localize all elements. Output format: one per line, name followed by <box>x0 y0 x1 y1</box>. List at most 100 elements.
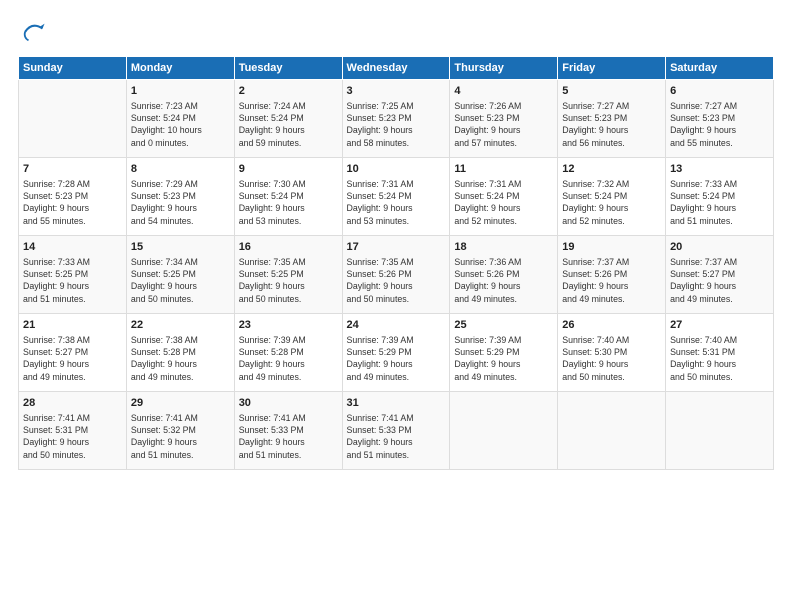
day-info: Sunrise: 7:24 AMSunset: 5:24 PMDaylight:… <box>239 100 338 149</box>
day-number: 21 <box>23 318 122 333</box>
day-number: 23 <box>239 318 338 333</box>
day-info: Sunrise: 7:35 AMSunset: 5:25 PMDaylight:… <box>239 256 338 305</box>
calendar-cell: 28Sunrise: 7:41 AMSunset: 5:31 PMDayligh… <box>19 392 127 470</box>
day-number: 19 <box>562 240 661 255</box>
day-number: 20 <box>670 240 769 255</box>
day-info: Sunrise: 7:40 AMSunset: 5:30 PMDaylight:… <box>562 334 661 383</box>
calendar-cell: 22Sunrise: 7:38 AMSunset: 5:28 PMDayligh… <box>126 314 234 392</box>
day-number: 27 <box>670 318 769 333</box>
calendar-cell: 23Sunrise: 7:39 AMSunset: 5:28 PMDayligh… <box>234 314 342 392</box>
col-header-saturday: Saturday <box>666 57 774 80</box>
day-info: Sunrise: 7:25 AMSunset: 5:23 PMDaylight:… <box>347 100 446 149</box>
day-number: 9 <box>239 162 338 177</box>
calendar-table: SundayMondayTuesdayWednesdayThursdayFrid… <box>18 56 774 470</box>
day-info: Sunrise: 7:30 AMSunset: 5:24 PMDaylight:… <box>239 178 338 227</box>
day-info: Sunrise: 7:34 AMSunset: 5:25 PMDaylight:… <box>131 256 230 305</box>
week-row-1: 1Sunrise: 7:23 AMSunset: 5:24 PMDaylight… <box>19 80 774 158</box>
calendar-cell: 25Sunrise: 7:39 AMSunset: 5:29 PMDayligh… <box>450 314 558 392</box>
day-info: Sunrise: 7:41 AMSunset: 5:31 PMDaylight:… <box>23 412 122 461</box>
calendar-cell: 27Sunrise: 7:40 AMSunset: 5:31 PMDayligh… <box>666 314 774 392</box>
day-number: 10 <box>347 162 446 177</box>
day-info: Sunrise: 7:41 AMSunset: 5:32 PMDaylight:… <box>131 412 230 461</box>
day-number: 31 <box>347 396 446 411</box>
calendar-cell <box>450 392 558 470</box>
col-header-tuesday: Tuesday <box>234 57 342 80</box>
calendar-cell: 13Sunrise: 7:33 AMSunset: 5:24 PMDayligh… <box>666 158 774 236</box>
calendar-cell <box>666 392 774 470</box>
calendar-cell: 2Sunrise: 7:24 AMSunset: 5:24 PMDaylight… <box>234 80 342 158</box>
calendar-cell: 3Sunrise: 7:25 AMSunset: 5:23 PMDaylight… <box>342 80 450 158</box>
day-info: Sunrise: 7:26 AMSunset: 5:23 PMDaylight:… <box>454 100 553 149</box>
calendar-cell: 15Sunrise: 7:34 AMSunset: 5:25 PMDayligh… <box>126 236 234 314</box>
calendar-cell: 30Sunrise: 7:41 AMSunset: 5:33 PMDayligh… <box>234 392 342 470</box>
day-number: 4 <box>454 84 553 99</box>
calendar-cell: 11Sunrise: 7:31 AMSunset: 5:24 PMDayligh… <box>450 158 558 236</box>
day-info: Sunrise: 7:32 AMSunset: 5:24 PMDaylight:… <box>562 178 661 227</box>
week-row-4: 21Sunrise: 7:38 AMSunset: 5:27 PMDayligh… <box>19 314 774 392</box>
calendar-cell: 17Sunrise: 7:35 AMSunset: 5:26 PMDayligh… <box>342 236 450 314</box>
day-number: 18 <box>454 240 553 255</box>
day-number: 26 <box>562 318 661 333</box>
day-info: Sunrise: 7:41 AMSunset: 5:33 PMDaylight:… <box>239 412 338 461</box>
day-number: 6 <box>670 84 769 99</box>
calendar-cell: 19Sunrise: 7:37 AMSunset: 5:26 PMDayligh… <box>558 236 666 314</box>
calendar-cell: 20Sunrise: 7:37 AMSunset: 5:27 PMDayligh… <box>666 236 774 314</box>
calendar-cell: 1Sunrise: 7:23 AMSunset: 5:24 PMDaylight… <box>126 80 234 158</box>
week-row-2: 7Sunrise: 7:28 AMSunset: 5:23 PMDaylight… <box>19 158 774 236</box>
calendar-cell: 4Sunrise: 7:26 AMSunset: 5:23 PMDaylight… <box>450 80 558 158</box>
day-info: Sunrise: 7:35 AMSunset: 5:26 PMDaylight:… <box>347 256 446 305</box>
calendar-cell: 31Sunrise: 7:41 AMSunset: 5:33 PMDayligh… <box>342 392 450 470</box>
day-info: Sunrise: 7:37 AMSunset: 5:26 PMDaylight:… <box>562 256 661 305</box>
day-info: Sunrise: 7:36 AMSunset: 5:26 PMDaylight:… <box>454 256 553 305</box>
col-header-wednesday: Wednesday <box>342 57 450 80</box>
day-info: Sunrise: 7:27 AMSunset: 5:23 PMDaylight:… <box>562 100 661 149</box>
calendar-cell: 14Sunrise: 7:33 AMSunset: 5:25 PMDayligh… <box>19 236 127 314</box>
day-info: Sunrise: 7:29 AMSunset: 5:23 PMDaylight:… <box>131 178 230 227</box>
logo-icon <box>18 18 46 46</box>
day-info: Sunrise: 7:23 AMSunset: 5:24 PMDaylight:… <box>131 100 230 149</box>
col-header-thursday: Thursday <box>450 57 558 80</box>
day-number: 29 <box>131 396 230 411</box>
day-number: 12 <box>562 162 661 177</box>
col-header-friday: Friday <box>558 57 666 80</box>
calendar-cell: 8Sunrise: 7:29 AMSunset: 5:23 PMDaylight… <box>126 158 234 236</box>
day-number: 24 <box>347 318 446 333</box>
day-number: 13 <box>670 162 769 177</box>
day-info: Sunrise: 7:41 AMSunset: 5:33 PMDaylight:… <box>347 412 446 461</box>
day-info: Sunrise: 7:38 AMSunset: 5:27 PMDaylight:… <box>23 334 122 383</box>
week-row-5: 28Sunrise: 7:41 AMSunset: 5:31 PMDayligh… <box>19 392 774 470</box>
calendar-cell: 29Sunrise: 7:41 AMSunset: 5:32 PMDayligh… <box>126 392 234 470</box>
day-info: Sunrise: 7:31 AMSunset: 5:24 PMDaylight:… <box>454 178 553 227</box>
calendar-cell <box>558 392 666 470</box>
day-info: Sunrise: 7:28 AMSunset: 5:23 PMDaylight:… <box>23 178 122 227</box>
week-row-3: 14Sunrise: 7:33 AMSunset: 5:25 PMDayligh… <box>19 236 774 314</box>
day-number: 30 <box>239 396 338 411</box>
day-info: Sunrise: 7:39 AMSunset: 5:29 PMDaylight:… <box>347 334 446 383</box>
calendar-cell: 26Sunrise: 7:40 AMSunset: 5:30 PMDayligh… <box>558 314 666 392</box>
calendar-cell: 21Sunrise: 7:38 AMSunset: 5:27 PMDayligh… <box>19 314 127 392</box>
calendar-cell: 6Sunrise: 7:27 AMSunset: 5:23 PMDaylight… <box>666 80 774 158</box>
calendar-cell: 9Sunrise: 7:30 AMSunset: 5:24 PMDaylight… <box>234 158 342 236</box>
calendar-cell: 18Sunrise: 7:36 AMSunset: 5:26 PMDayligh… <box>450 236 558 314</box>
day-number: 5 <box>562 84 661 99</box>
calendar-cell: 24Sunrise: 7:39 AMSunset: 5:29 PMDayligh… <box>342 314 450 392</box>
day-number: 22 <box>131 318 230 333</box>
day-info: Sunrise: 7:27 AMSunset: 5:23 PMDaylight:… <box>670 100 769 149</box>
calendar-cell: 5Sunrise: 7:27 AMSunset: 5:23 PMDaylight… <box>558 80 666 158</box>
calendar-cell: 10Sunrise: 7:31 AMSunset: 5:24 PMDayligh… <box>342 158 450 236</box>
day-info: Sunrise: 7:40 AMSunset: 5:31 PMDaylight:… <box>670 334 769 383</box>
day-number: 11 <box>454 162 553 177</box>
calendar-cell <box>19 80 127 158</box>
col-header-monday: Monday <box>126 57 234 80</box>
day-number: 7 <box>23 162 122 177</box>
header <box>18 18 774 46</box>
calendar-cell: 12Sunrise: 7:32 AMSunset: 5:24 PMDayligh… <box>558 158 666 236</box>
day-number: 28 <box>23 396 122 411</box>
day-info: Sunrise: 7:38 AMSunset: 5:28 PMDaylight:… <box>131 334 230 383</box>
day-number: 17 <box>347 240 446 255</box>
day-number: 14 <box>23 240 122 255</box>
day-number: 15 <box>131 240 230 255</box>
calendar-cell: 7Sunrise: 7:28 AMSunset: 5:23 PMDaylight… <box>19 158 127 236</box>
day-number: 8 <box>131 162 230 177</box>
page: SundayMondayTuesdayWednesdayThursdayFrid… <box>0 0 792 612</box>
